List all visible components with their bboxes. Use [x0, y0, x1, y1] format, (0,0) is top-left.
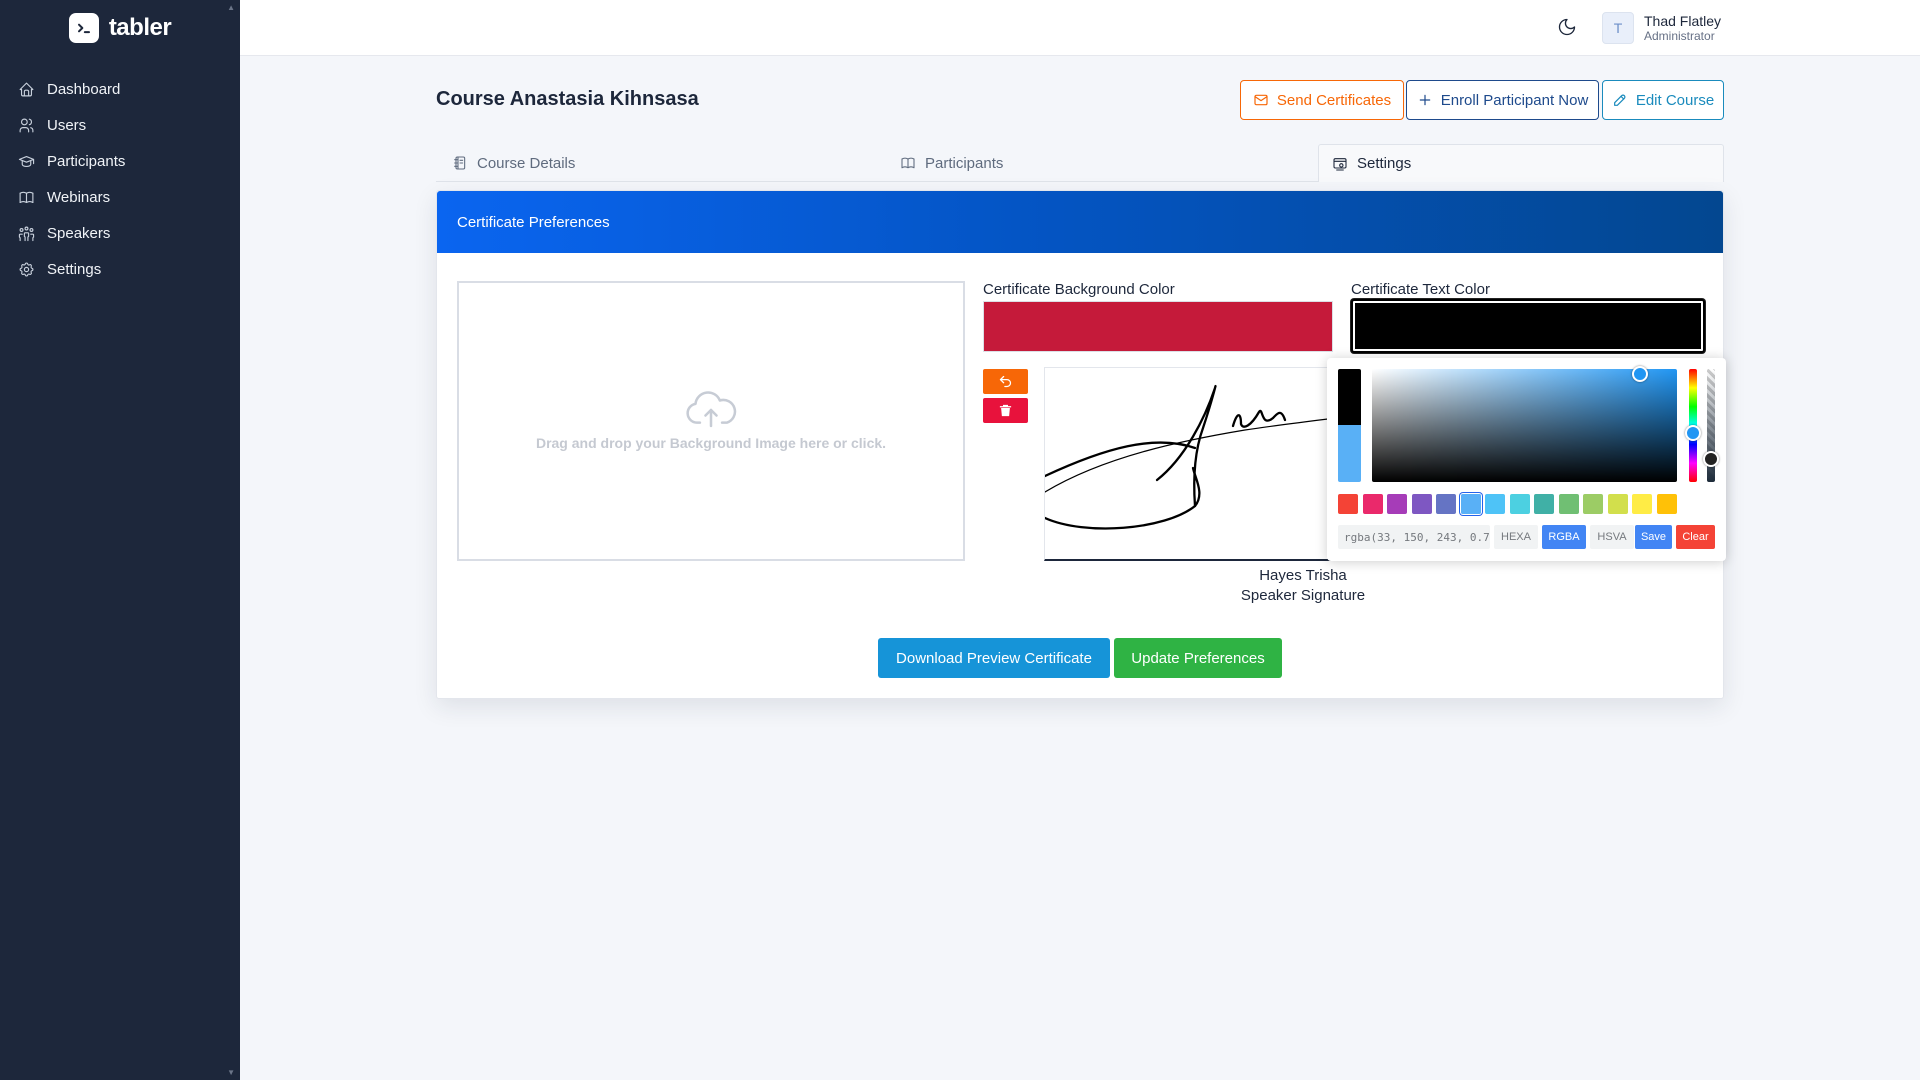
opacity-slider[interactable]: [1703, 369, 1719, 482]
scroll-up-arrow-icon[interactable]: ▲: [227, 3, 235, 12]
hue-slider[interactable]: [1685, 369, 1701, 482]
tab-participants[interactable]: Participants: [900, 144, 1003, 182]
background-color-label: Certificate Background Color: [983, 281, 1175, 298]
current-color: [1338, 425, 1361, 482]
color-swatch[interactable]: [1411, 494, 1432, 514]
text-color-swatch[interactable]: [1351, 299, 1705, 353]
signature-delete-button[interactable]: [983, 398, 1028, 423]
signature-undo-button[interactable]: [983, 369, 1028, 394]
color-swatch[interactable]: [1436, 494, 1456, 514]
users-icon: [19, 118, 34, 132]
brand-name: tabler: [108, 14, 172, 41]
notebook-icon: [454, 156, 466, 170]
opacity-slider-handle[interactable]: [1703, 451, 1719, 467]
background-image-dropzone[interactable]: Drag and drop your Background Image here…: [457, 281, 965, 561]
color-swatch[interactable]: [1485, 494, 1505, 514]
avatar: T: [1602, 12, 1634, 44]
sidebar-item-dashboard[interactable]: Dashboard: [0, 71, 240, 107]
card-header: Certificate Preferences: [437, 191, 1723, 253]
enroll-participant-button[interactable]: Enroll Participant Now: [1406, 80, 1599, 120]
topbar: T Thad Flatley Administrator: [240, 0, 1920, 56]
color-swatch[interactable]: [1509, 494, 1530, 514]
brand[interactable]: tabler: [0, 0, 240, 56]
undo-icon: [999, 375, 1012, 388]
sidebar-item-users[interactable]: Users: [0, 107, 240, 143]
palette-handle[interactable]: [1632, 366, 1648, 382]
picker-clear-button[interactable]: Clear: [1676, 525, 1715, 549]
sidebar-nav: Dashboard Users Participants Webinars Sp…: [0, 71, 240, 287]
sidebar-item-label: Dashboard: [47, 80, 121, 98]
previous-color[interactable]: [1338, 369, 1361, 425]
settings-window-icon: [1333, 157, 1347, 171]
sidebar-item-label: Webinars: [47, 188, 111, 206]
user-menu[interactable]: T Thad Flatley Administrator: [1602, 12, 1721, 44]
color-preview[interactable]: [1338, 369, 1361, 482]
enroll-participant-label: Enroll Participant Now: [1440, 91, 1589, 109]
page-title: Course Anastasia Kihnsasa: [436, 88, 699, 110]
course-tabs: Course Details Participants Settings: [436, 144, 1724, 182]
text-color-label: Certificate Text Color: [1351, 281, 1490, 298]
dark-mode-toggle[interactable]: [1557, 17, 1579, 39]
color-swatch[interactable]: [1558, 494, 1579, 514]
hue-slider-handle[interactable]: [1685, 425, 1701, 441]
sidebar-item-label: Speakers: [47, 224, 111, 242]
rgba-mode-button[interactable]: RGBA: [1542, 525, 1586, 549]
dropzone-text: Drag and drop your Background Image here…: [535, 435, 887, 451]
color-palette[interactable]: [1372, 366, 1677, 482]
sidebar-item-label: Users: [47, 116, 87, 134]
hexa-mode-button[interactable]: HEXA: [1494, 525, 1538, 549]
send-certificates-button[interactable]: Send Certificates: [1240, 80, 1404, 120]
hsva-mode-button[interactable]: HSVA: [1590, 525, 1634, 549]
color-value-input[interactable]: [1338, 525, 1490, 549]
plus-icon: [1419, 94, 1430, 106]
color-swatches: [1338, 494, 1677, 514]
update-preferences-button[interactable]: Update Preferences: [1114, 638, 1282, 678]
user-name: Thad Flatley: [1644, 12, 1722, 29]
edit-course-label: Edit Course: [1635, 91, 1715, 109]
tab-settings[interactable]: Settings: [1318, 144, 1724, 182]
sidebar-item-speakers[interactable]: Speakers: [0, 215, 240, 251]
tab-label: Participants: [925, 154, 1004, 172]
color-swatch[interactable]: [1338, 494, 1358, 514]
color-swatch[interactable]: [1534, 494, 1554, 514]
book-icon: [901, 157, 915, 169]
sidebar-item-label: Settings: [47, 260, 102, 278]
sidebar-item-settings[interactable]: Settings: [0, 251, 240, 287]
sidebar-item-label: Participants: [47, 152, 126, 170]
color-swatch[interactable]: [1362, 494, 1383, 514]
pencil-icon: [1613, 94, 1626, 106]
graduation-cap-icon: [18, 155, 35, 167]
color-picker-popup: HEXA RGBA HSVA Save Clear: [1327, 358, 1726, 561]
home-icon: [19, 82, 34, 96]
tabler-logo-icon: [68, 13, 99, 43]
color-swatch[interactable]: [1460, 494, 1481, 514]
trash-icon: [999, 404, 1012, 417]
speakers-icon: [18, 226, 35, 241]
download-preview-button[interactable]: Download Preview Certificate: [878, 638, 1110, 678]
user-role: Administrator: [1644, 28, 1715, 43]
cloud-upload-icon: [686, 391, 737, 428]
gear-icon: [19, 262, 34, 276]
tab-label: Course Details: [477, 154, 576, 172]
sidebar-item-participants[interactable]: Participants: [0, 143, 240, 179]
send-certificates-label: Send Certificates: [1276, 91, 1392, 109]
book-icon: [19, 191, 34, 203]
color-swatch[interactable]: [1607, 494, 1628, 514]
color-swatch[interactable]: [1632, 494, 1652, 514]
sidebar-item-webinars[interactable]: Webinars: [0, 179, 240, 215]
color-swatch[interactable]: [1387, 494, 1407, 514]
tab-label: Settings: [1357, 155, 1412, 172]
color-swatch[interactable]: [1583, 494, 1603, 514]
background-color-swatch[interactable]: [983, 301, 1333, 352]
color-swatch[interactable]: [1656, 494, 1677, 514]
signature-role-label: Speaker Signature: [1240, 587, 1366, 604]
signature-speaker-name: Hayes Trisha: [1259, 567, 1347, 584]
moon-icon: [1558, 18, 1576, 36]
scroll-down-arrow-icon[interactable]: ▼: [227, 1068, 235, 1077]
sidebar: ▲ tabler Dashboard Users Participants We…: [0, 0, 240, 1080]
mail-icon: [1254, 94, 1268, 106]
edit-course-button[interactable]: Edit Course: [1602, 80, 1724, 120]
tab-course-details[interactable]: Course Details: [452, 144, 575, 182]
picker-save-button[interactable]: Save: [1635, 525, 1672, 549]
